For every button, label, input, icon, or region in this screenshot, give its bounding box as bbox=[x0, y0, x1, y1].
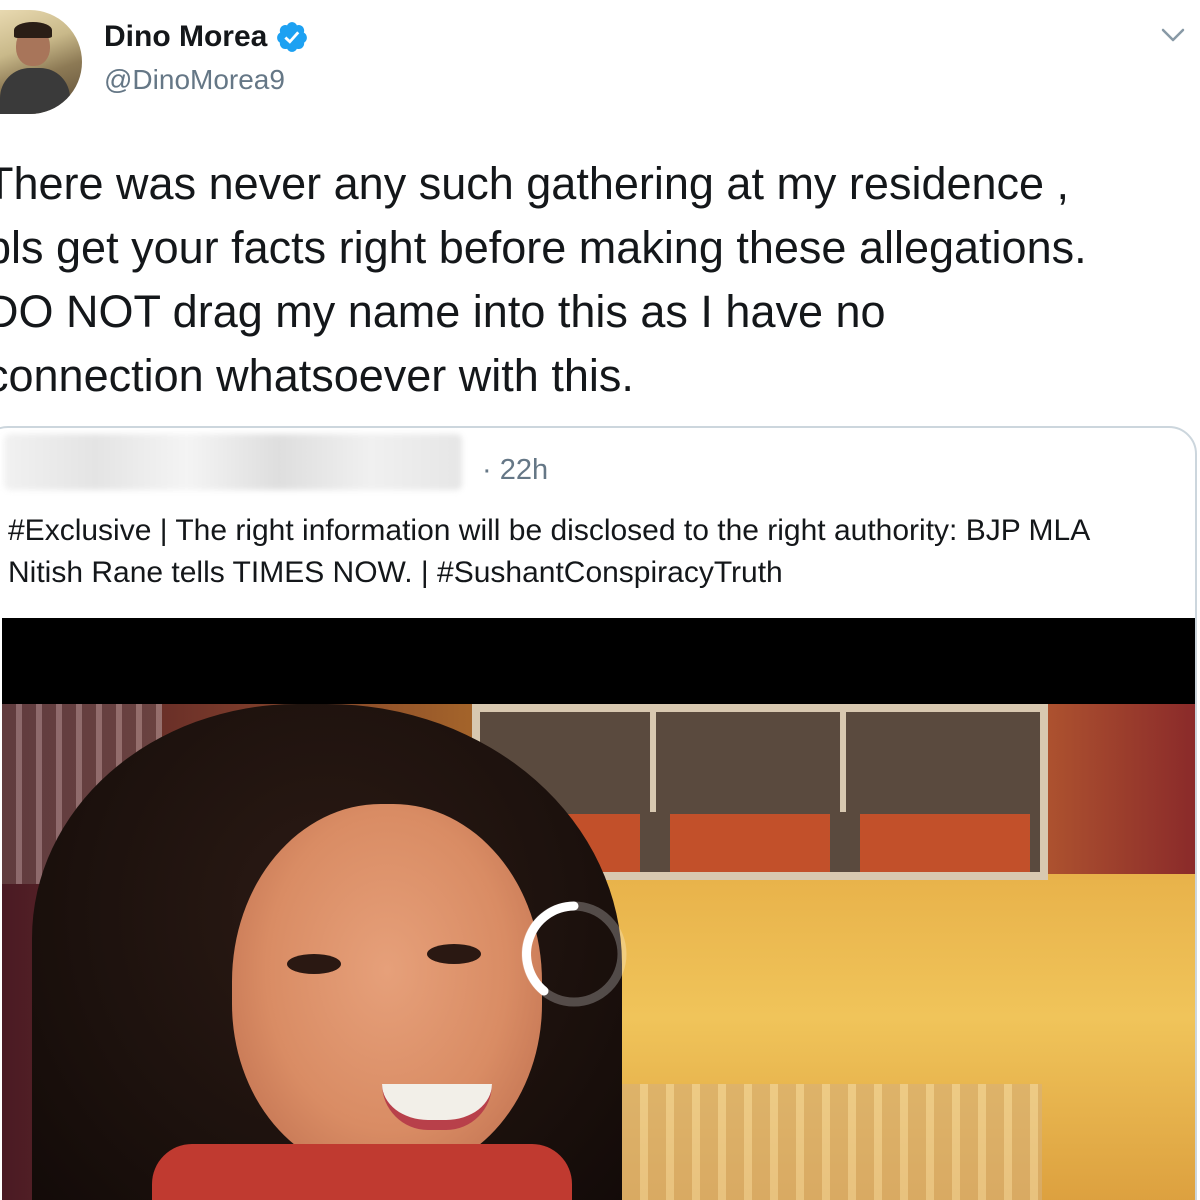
verified-badge-icon bbox=[277, 22, 308, 52]
chevron-down-icon[interactable] bbox=[1160, 26, 1186, 44]
tweet-text: There was never any such gathering at my… bbox=[0, 152, 1200, 408]
author-avatar[interactable] bbox=[0, 10, 82, 114]
quoted-tweet[interactable]: · 22h #Exclusive | The right information… bbox=[0, 426, 1197, 1200]
tweet-text-line: connection whatsoever with this. bbox=[0, 350, 634, 401]
tweet-text-line: There was never any such gathering at my… bbox=[0, 158, 1070, 209]
tweet-card: Dino Morea @DinoMorea9 There was never a… bbox=[0, 0, 1200, 1200]
loading-spinner-icon bbox=[521, 901, 627, 1007]
quoted-tweet-text-line: Nitish Rane tells TIMES NOW. | #SushantC… bbox=[8, 556, 783, 589]
author-handle[interactable]: @DinoMorea9 bbox=[104, 64, 285, 96]
video-player[interactable] bbox=[2, 618, 1195, 1200]
quoted-tweet-text-line: #Exclusive | The right information will … bbox=[8, 514, 1091, 547]
quoted-tweet-text: #Exclusive | The right information will … bbox=[8, 510, 1188, 594]
quoted-tweet-time[interactable]: · 22h bbox=[482, 454, 548, 487]
video-letterbox bbox=[2, 618, 1195, 704]
author-name-row: Dino Morea bbox=[104, 20, 309, 54]
blurred-author-name bbox=[4, 434, 462, 490]
tweet-text-line: pls get your facts right before making t… bbox=[0, 222, 1087, 273]
tweet-text-line: DO NOT drag my name into this as I have … bbox=[0, 286, 886, 337]
author-display-name[interactable]: Dino Morea bbox=[104, 20, 267, 54]
quoted-tweet-header: · 22h bbox=[0, 428, 1195, 498]
